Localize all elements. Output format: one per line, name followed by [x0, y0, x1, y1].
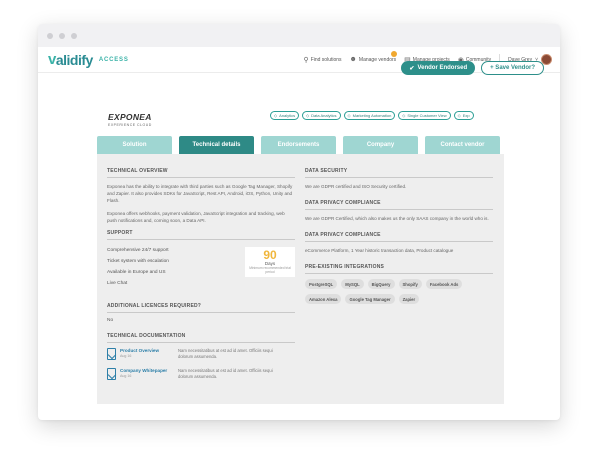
logo-mark: v: [48, 51, 56, 68]
nav-manage-vendors[interactable]: ☻ Manage vendors: [349, 51, 397, 63]
category-tags: ◇ Analytics ◇ Data Analytics ◇ Marketing Au…: [270, 111, 474, 120]
document-name[interactable]: Product Overview: [120, 348, 178, 353]
tag-icon: ◇: [274, 113, 278, 118]
tag-icon: ◇: [402, 113, 406, 118]
trial-period-card: 90 Days Minimum recommended trial period: [245, 247, 295, 277]
document-item[interactable]: Product Overview Aug 16 Nam necessitatib…: [107, 348, 295, 360]
data-privacy-title-2: DATA PRIVACY COMPLIANCE: [305, 232, 493, 242]
document-name[interactable]: Company Whitepaper: [120, 368, 178, 373]
search-icon: ⚲: [303, 56, 309, 64]
vendor-name: EXPONEA: [108, 112, 152, 122]
tag-icon: ◇: [347, 113, 351, 118]
window-maximize-dot[interactable]: [71, 32, 77, 39]
window-minimize-dot[interactable]: [59, 32, 65, 39]
tab-company[interactable]: Company: [343, 136, 418, 154]
licences-title: ADDITIONAL LICENCES REQUIRED?: [107, 303, 295, 313]
document-description: Nam necessitatibus at est ad id amet. Of…: [178, 348, 273, 359]
window-titlebar: [38, 24, 560, 47]
integration-chip[interactable]: MySQL: [341, 279, 364, 289]
logo-subtitle: ACCESS: [98, 56, 129, 63]
integration-chip[interactable]: Facebook Ads: [425, 279, 463, 289]
technical-overview-text: Exponea has the ability to integrate wit…: [107, 184, 293, 203]
endorsed-label: Vendor Endorsed: [417, 65, 468, 71]
pdf-document-icon: [107, 368, 116, 380]
logo-text: alidify: [55, 51, 93, 68]
pdf-document-icon: [107, 348, 116, 360]
tag-exp[interactable]: ◇ Exp: [453, 111, 474, 120]
tag-analytics[interactable]: ◇ Analytics: [270, 111, 300, 120]
integration-chip[interactable]: Zapier: [398, 294, 420, 304]
vendor-tabs: Solution Technical details Endorsements …: [97, 136, 500, 154]
document-date: Aug 16: [120, 374, 132, 378]
trial-days-number: 90: [263, 248, 277, 262]
trial-days-note: Minimum recommended trial period: [249, 266, 291, 274]
tag-label: Single Customer View: [407, 113, 447, 118]
tag-single-customer-view[interactable]: ◇ Single Customer View: [398, 111, 451, 120]
vendor-actions: ✔ Vendor Endorsed + Save Vendor?: [401, 61, 544, 75]
tag-icon: ◇: [457, 113, 461, 118]
tag-label: Marketing Automation: [352, 113, 392, 118]
person-icon: ☻: [349, 56, 357, 63]
integrations-title: PRE-EXISTING INTEGRATIONS: [305, 264, 493, 274]
data-privacy-text: We are GDPR Certified, which also makes …: [305, 216, 489, 221]
nav-label: Find solutions: [310, 56, 342, 63]
document-item[interactable]: Company Whitepaper Aug 16 Nam necessitat…: [107, 368, 295, 380]
integration-chip[interactable]: Google Tag Manager: [345, 294, 395, 304]
technical-details-panel: TECHNICAL OVERVIEW Exponea has the abili…: [97, 154, 504, 404]
technical-overview-title: TECHNICAL OVERVIEW: [107, 168, 295, 178]
data-privacy-title: DATA PRIVACY COMPLIANCE: [305, 200, 493, 210]
tag-label: Exp: [462, 113, 470, 118]
tag-data-analytics[interactable]: ◇ Data Analytics: [302, 111, 341, 120]
window-close-dot[interactable]: [47, 32, 53, 39]
data-security-text: We are GDPR certified and ISO Security c…: [305, 184, 407, 189]
integration-chip[interactable]: BigQuery: [367, 279, 395, 289]
tag-label: Data Analytics: [311, 113, 337, 118]
integration-chip[interactable]: PostgreSQL: [305, 279, 338, 289]
data-privacy-text-2: eCommerce Platform, 1 Year historic tran…: [305, 248, 454, 253]
licences-value: No: [107, 318, 114, 323]
technical-overview-text-2: Exponea offers webhooks, payment validat…: [107, 211, 285, 223]
technical-documentation-title: TECHNICAL DOCUMENTATION: [107, 333, 295, 343]
support-title: SUPPORT: [107, 230, 295, 240]
vendor-endorsed-button[interactable]: ✔ Vendor Endorsed: [401, 61, 476, 75]
document-date: Aug 16: [120, 354, 132, 358]
vendor-subtitle: EXPERIENCE CLOUD: [108, 123, 152, 127]
support-section: Comprehensive 24/7 support Ticket system…: [107, 245, 295, 295]
nav-label: Manage vendors: [358, 56, 397, 63]
tag-label: Analytics: [279, 113, 296, 118]
tab-solution[interactable]: Solution: [97, 136, 172, 154]
integrations-list: PostgreSQL MySQL BigQuery Shopify Facebo…: [305, 279, 493, 304]
tab-technical-details[interactable]: Technical details: [179, 136, 254, 154]
left-column: TECHNICAL OVERVIEW Exponea has the abili…: [107, 168, 295, 388]
notification-badge: [390, 51, 397, 57]
tag-marketing-automation[interactable]: ◇ Marketing Automation: [343, 111, 396, 120]
save-vendor-button[interactable]: + Save Vendor?: [481, 61, 544, 75]
tab-contact-vendor[interactable]: Contact vendor: [425, 136, 500, 154]
tag-icon: ◇: [306, 113, 310, 118]
app-logo[interactable]: v alidify ACCESS: [48, 51, 129, 68]
vendor-logo: EXPONEA EXPERIENCE CLOUD: [108, 112, 152, 127]
document-description: Nam necessitatibus at est ad id amet. Of…: [178, 368, 273, 379]
integration-chip[interactable]: Amazon Alexa: [305, 294, 342, 304]
tab-endorsements[interactable]: Endorsements: [261, 136, 336, 154]
support-item: Live Chat: [107, 281, 128, 286]
nav-find-solutions[interactable]: ⚲ Find solutions: [304, 56, 342, 64]
thumbs-up-icon: ✔: [409, 65, 415, 72]
data-security-title: DATA SECURITY: [305, 168, 493, 178]
right-column: DATA SECURITY We are GDPR certified and …: [305, 168, 493, 304]
integration-chip[interactable]: Shopify: [398, 279, 422, 289]
